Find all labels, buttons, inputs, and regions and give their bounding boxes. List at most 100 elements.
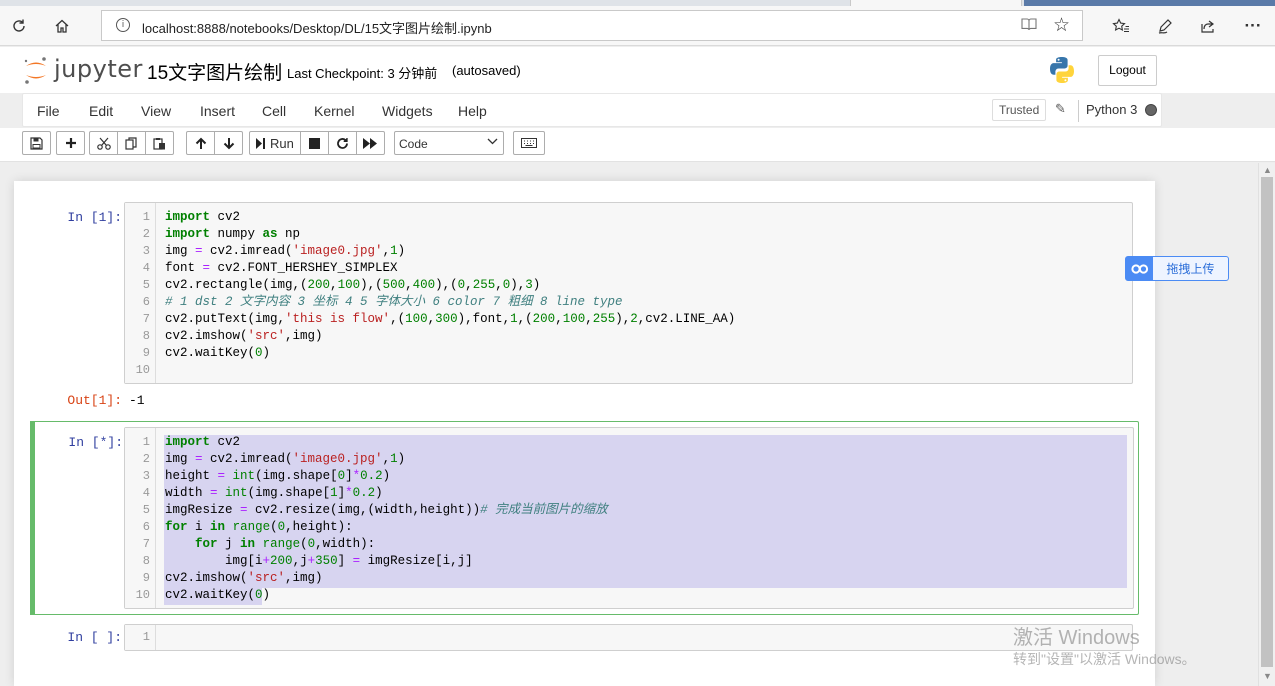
cell-type-value: Code (399, 137, 428, 151)
cloud-upload-icon (1126, 257, 1153, 280)
move-group (186, 131, 243, 155)
code-line[interactable]: cv2.waitKey(0) (165, 587, 270, 604)
menu-cell[interactable]: Cell (262, 103, 286, 119)
input-prompt-running: In [*]: (68, 435, 123, 450)
run-button[interactable]: Run (249, 131, 301, 155)
activation-watermark-title: 激活 Windows (1013, 627, 1140, 649)
page-scrollbar[interactable]: ▲ ▼ (1258, 163, 1275, 686)
paste-button[interactable] (145, 131, 174, 155)
code-line[interactable]: cv2.putText(img,'this is flow',(100,300)… (165, 311, 735, 328)
share-icon[interactable] (1194, 12, 1222, 40)
notebook-container: In [1]: 1 2 3 4 5 6 7 8 9 10 import cv2 … (0, 163, 1258, 686)
edit-mode-pencil-icon: ✎ (1055, 101, 1066, 116)
favorite-star-icon[interactable]: ☆ (1053, 14, 1070, 37)
copy-button[interactable] (117, 131, 146, 155)
code-cell-1[interactable]: In [1]: 1 2 3 4 5 6 7 8 9 10 import cv2 … (30, 202, 1139, 422)
scroll-down-arrow-icon[interactable]: ▼ (1263, 671, 1272, 681)
scroll-up-arrow-icon[interactable]: ▲ (1263, 165, 1272, 175)
scrollbar-thumb[interactable] (1261, 177, 1273, 667)
code-line[interactable]: img[i+200,j+350] = imgResize[i,j] (165, 553, 473, 570)
line-number: 1 (142, 210, 150, 224)
line-number: 6 (142, 295, 150, 309)
line-number: 6 (142, 520, 150, 534)
notebook-title[interactable]: 15文字图片绘制 (147, 58, 282, 85)
line-number: 8 (142, 329, 150, 343)
code-line[interactable]: img = cv2.imread('image0.jpg',1) (165, 243, 405, 260)
info-icon[interactable]: i (116, 18, 130, 32)
menu-insert[interactable]: Insert (200, 103, 235, 119)
jupyter-logo-icon[interactable] (23, 56, 49, 86)
code-line[interactable]: for i in range(0,height): (165, 519, 353, 536)
notebook-toolbar: Run Code (0, 128, 1275, 162)
code-line[interactable]: import cv2 (165, 434, 240, 451)
menu-kernel[interactable]: Kernel (314, 103, 354, 119)
more-icon[interactable]: ··· (1239, 12, 1267, 40)
clipboard-group (89, 131, 174, 155)
interrupt-button[interactable] (299, 131, 329, 155)
code-cell-2-selected[interactable]: In [*]: 1 2 3 4 5 6 7 8 9 10 import cv2 … (30, 421, 1139, 615)
reader-view-icon[interactable] (1021, 17, 1037, 34)
trusted-badge[interactable]: Trusted (992, 99, 1047, 121)
code-line[interactable]: import numpy as np (165, 226, 300, 243)
checkpoint-status: Last Checkpoint: 3 分钟前 (287, 66, 438, 81)
python-logo-icon (1047, 55, 1077, 85)
cut-button[interactable] (89, 131, 118, 155)
menu-widgets[interactable]: Widgets (382, 103, 433, 119)
home-icon[interactable] (48, 12, 76, 40)
line-number-gutter: 1 (125, 625, 156, 650)
insert-cell-button[interactable] (56, 131, 85, 155)
favorites-list-icon[interactable] (1107, 12, 1135, 40)
kernel-name[interactable]: Python 3 (1086, 102, 1137, 117)
refresh-icon[interactable] (5, 12, 33, 40)
line-number: 5 (142, 503, 150, 517)
jupyter-logo-text[interactable]: jupyter (54, 55, 143, 83)
move-down-button[interactable] (214, 131, 243, 155)
browser-toolbar: i localhost:8888/notebooks/Desktop/DL/15… (0, 6, 1275, 46)
command-palette-button[interactable] (513, 131, 545, 155)
selected-cell-indicator (30, 421, 35, 615)
drag-upload-button[interactable]: 拖拽上传 (1125, 256, 1229, 281)
pen-icon[interactable] (1151, 12, 1179, 40)
menu-edit[interactable]: Edit (89, 103, 113, 119)
line-number: 4 (142, 261, 150, 275)
input-prompt: In [1]: (67, 210, 122, 225)
url-text[interactable]: localhost:8888/notebooks/Desktop/DL/15文字… (142, 18, 492, 37)
output-prompt: Out[1]: (67, 393, 122, 408)
code-line[interactable]: imgResize = cv2.resize(img,(width,height… (165, 502, 608, 519)
stop-icon (308, 137, 320, 149)
code-line[interactable]: import cv2 (165, 209, 240, 226)
code-editor[interactable]: 1 2 3 4 5 6 7 8 9 10 import cv2 img = cv… (124, 427, 1134, 609)
cell-type-select[interactable]: Code (394, 131, 504, 155)
logout-button[interactable]: Logout (1098, 55, 1157, 86)
code-editor[interactable]: 1 (124, 624, 1133, 651)
code-line[interactable]: cv2.imshow('src',img) (165, 328, 323, 345)
arrow-up-icon (195, 137, 206, 149)
line-number: 7 (142, 312, 150, 326)
address-bar[interactable]: i localhost:8888/notebooks/Desktop/DL/15… (101, 10, 1083, 41)
code-line[interactable]: cv2.imshow('src',img) (165, 570, 323, 587)
paste-icon (153, 137, 165, 150)
code-editor[interactable]: 1 2 3 4 5 6 7 8 9 10 import cv2 import n… (124, 202, 1133, 384)
kernel-separator (1078, 100, 1079, 122)
code-line[interactable]: width = int(img.shape[1]*0.2) (165, 485, 383, 502)
line-number: 9 (142, 346, 150, 360)
code-line[interactable]: cv2.waitKey(0) (165, 345, 270, 362)
code-line[interactable]: cv2.rectangle(img,(200,100),(500,400),(0… (165, 277, 540, 294)
save-button[interactable] (22, 131, 51, 155)
step-forward-icon (256, 137, 265, 149)
menu-help[interactable]: Help (458, 103, 487, 119)
menu-file[interactable]: File (37, 103, 60, 119)
code-cell-3-empty[interactable]: In [ ]: 1 (30, 624, 1139, 656)
restart-run-all-button[interactable] (355, 131, 385, 155)
code-line[interactable]: height = int(img.shape[0]*0.2) (165, 468, 390, 485)
plus-icon (65, 138, 76, 148)
arrow-down-icon (223, 137, 234, 149)
code-line[interactable]: for j in range(0,width): (165, 536, 375, 553)
menu-view[interactable]: View (141, 103, 171, 119)
code-line[interactable]: img = cv2.imread('image0.jpg',1) (165, 451, 405, 468)
line-number: 10 (135, 588, 150, 602)
move-up-button[interactable] (186, 131, 215, 155)
code-line[interactable]: font = cv2.FONT_HERSHEY_SIMPLEX (165, 260, 398, 277)
code-line[interactable]: # 1 dst 2 文字内容 3 坐标 4 5 字体大小 6 color 7 粗… (165, 294, 623, 311)
restart-button[interactable] (327, 131, 357, 155)
